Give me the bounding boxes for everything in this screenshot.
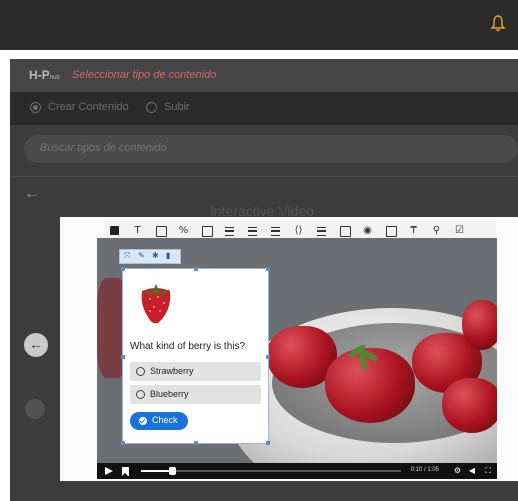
text-icon[interactable] xyxy=(108,224,121,237)
bookmark-icon[interactable] xyxy=(122,467,129,476)
table-icon[interactable] xyxy=(154,224,167,237)
image-icon[interactable] xyxy=(200,224,213,237)
crossroads-icon[interactable] xyxy=(384,224,397,237)
statements-icon[interactable] xyxy=(223,224,236,237)
check-circle-icon xyxy=(139,417,147,425)
strawberry-image xyxy=(141,284,171,324)
seek-thumb[interactable] xyxy=(169,467,177,475)
submit-icon[interactable]: ☑ xyxy=(453,224,466,237)
upload-label[interactable]: Subir xyxy=(164,101,190,113)
mark-words-icon[interactable] xyxy=(315,224,328,237)
resize-handle[interactable] xyxy=(266,267,270,271)
resize-handle[interactable] xyxy=(194,441,198,445)
play-icon[interactable] xyxy=(105,467,113,475)
bookmark-icon[interactable]: ⚲ xyxy=(430,224,443,237)
question-text: What kind of berry is this? xyxy=(130,341,246,352)
create-content-label[interactable]: Crear Contenido xyxy=(48,101,129,113)
search-placeholder: Buscar tipos de contenido xyxy=(40,142,167,154)
single-choice-icon[interactable] xyxy=(246,224,259,237)
multi-choice-icon[interactable] xyxy=(269,224,282,237)
answer-option[interactable]: Blueberry xyxy=(130,385,261,404)
strawberry-photo xyxy=(442,378,497,433)
resize-handle[interactable] xyxy=(121,441,125,445)
secondary-circle[interactable] xyxy=(25,399,45,419)
edit-icon[interactable]: ✎ xyxy=(138,251,145,260)
text-t-icon[interactable]: T xyxy=(131,224,144,237)
goal-icon[interactable]: ₸ xyxy=(407,224,420,237)
hub-options: Crear Contenido Subir xyxy=(10,92,518,125)
back-arrow-icon[interactable]: ← xyxy=(24,185,40,203)
fullscreen-icon[interactable]: ⛶ xyxy=(485,466,491,476)
h5p-logo: H-Phub xyxy=(29,68,60,82)
answer-radio[interactable] xyxy=(136,367,145,376)
video-controls: 0:10 / 1:05 ⚙ ◀ ⛶ xyxy=(97,463,497,479)
drag-text-icon[interactable]: ⟨⟩ xyxy=(292,224,305,237)
element-toolbar: ⤧ ✎ ✱ ▮ xyxy=(119,249,181,264)
answer-radio[interactable] xyxy=(136,390,145,399)
check-button-label: Check xyxy=(152,415,178,425)
seek-progress xyxy=(141,470,173,472)
upload-radio[interactable] xyxy=(146,102,157,113)
content-type-search[interactable]: Buscar tipos de contenido xyxy=(24,135,518,163)
link-icon[interactable]: % xyxy=(177,224,190,237)
resize-handle[interactable] xyxy=(194,267,198,271)
create-content-radio[interactable] xyxy=(30,102,41,113)
settings-icon[interactable]: ⚙ xyxy=(454,466,461,475)
resize-handle[interactable] xyxy=(266,355,270,359)
divider xyxy=(10,176,518,177)
hotspot-icon[interactable]: ◉ xyxy=(361,224,374,237)
summary-icon[interactable] xyxy=(338,224,351,237)
answer-option[interactable]: Strawberry xyxy=(130,362,261,381)
seek-bar[interactable] xyxy=(141,470,401,472)
strawberry-photo xyxy=(462,300,497,350)
bell-icon[interactable] xyxy=(490,14,506,32)
move-icon[interactable]: ⤧ xyxy=(124,251,130,261)
star-icon[interactable]: ✱ xyxy=(152,251,159,260)
answer-label: Blueberry xyxy=(150,389,189,399)
time-display: 0:10 / 1:05 xyxy=(410,467,439,473)
resize-handle[interactable] xyxy=(121,267,125,271)
volume-icon[interactable]: ◀ xyxy=(469,466,475,475)
top-bar xyxy=(0,0,518,50)
question-card[interactable]: What kind of berry is this? Strawberry B… xyxy=(121,267,270,445)
answer-label: Strawberry xyxy=(150,366,194,376)
hub-header: H-Phub Seleccionar tipo de contenido xyxy=(10,59,518,92)
check-button[interactable]: Check xyxy=(130,412,188,430)
resize-handle[interactable] xyxy=(266,441,270,445)
resize-handle[interactable] xyxy=(121,355,125,359)
hub-title[interactable]: Seleccionar tipo de contenido xyxy=(72,69,216,81)
previous-arrow-icon[interactable]: ← xyxy=(24,333,48,357)
delete-icon[interactable]: ▮ xyxy=(166,251,170,260)
